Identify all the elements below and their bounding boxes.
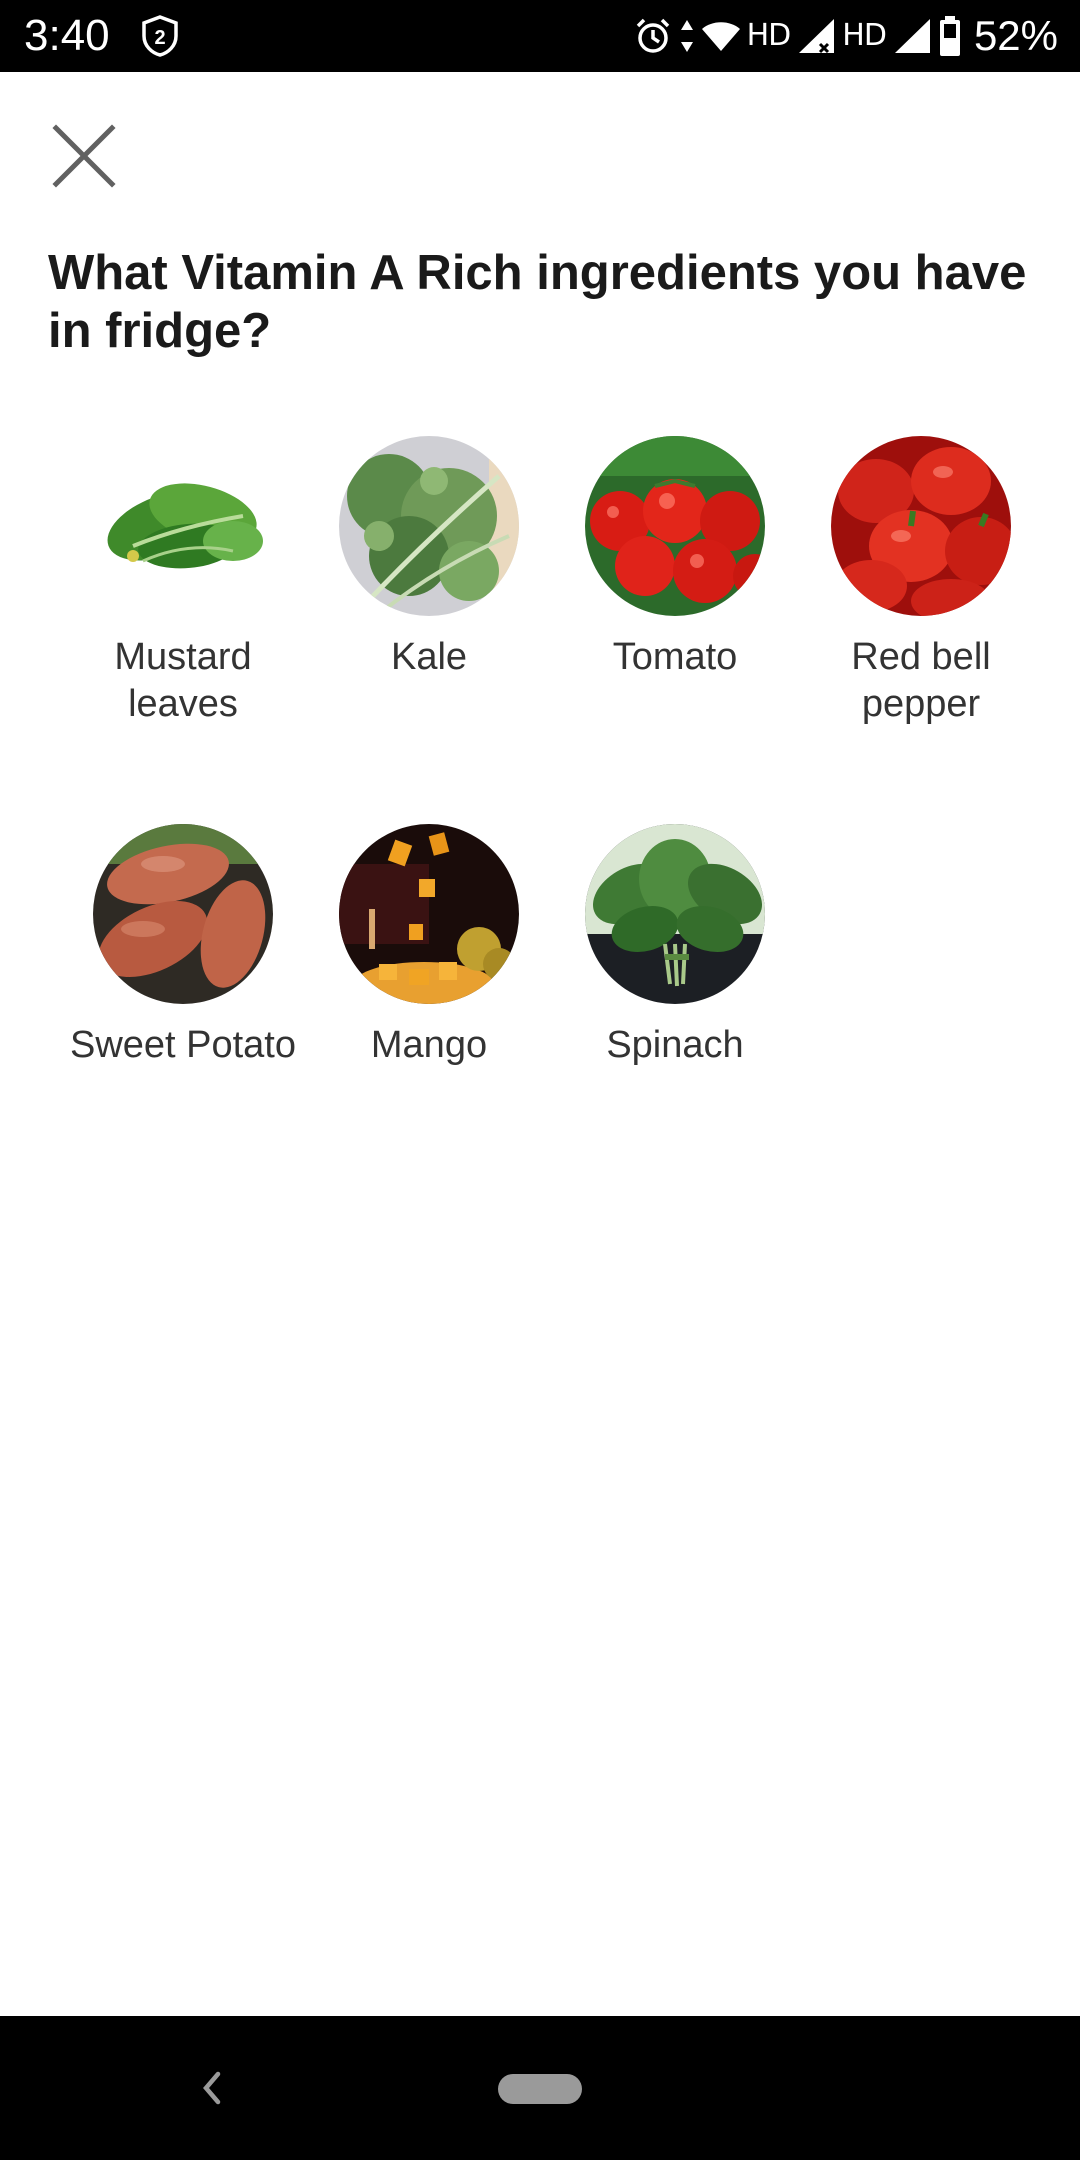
data-arrows-icon (679, 18, 695, 54)
notification-badge-count: 2 (154, 27, 165, 49)
sweet-potato-photo (93, 824, 273, 1004)
tomato-photo (585, 436, 765, 616)
network-right-label: HD (842, 18, 887, 53)
shield-icon: 2 (140, 14, 180, 58)
wifi-icon (701, 19, 741, 53)
ingredient-label: Red bell pepper (851, 636, 991, 725)
ingredient-red-bell-pepper[interactable]: Red bell pepper (798, 436, 1044, 824)
red-bell-pepper-photo (831, 436, 1011, 616)
ingredient-label: Mustard leaves (114, 636, 252, 725)
signal-icon (892, 16, 932, 56)
ingredient-sweet-potato[interactable]: Sweet Potato (60, 824, 306, 1212)
battery-percent: 52% (973, 12, 1058, 59)
page-title: What Vitamin A Rich ingredients you have… (48, 246, 1027, 358)
navigation-bar (0, 2016, 1080, 2160)
spinach-photo (585, 824, 765, 1004)
ingredient-spinach[interactable]: Spinach (552, 824, 798, 1212)
ingredient-tomato[interactable]: Tomato (552, 436, 798, 824)
ingredient-label: Sweet Potato (69, 1024, 297, 1066)
ingredient-grid: Mustard leaves Kale Tomato Red bell pepp… (60, 436, 1044, 1212)
ingredient-kale[interactable]: Kale (306, 436, 552, 824)
close-icon (52, 123, 116, 193)
mustard-leaves-photo (93, 436, 273, 616)
ingredient-label: Mango (370, 1024, 488, 1066)
status-icons: HD HD 52% (633, 12, 1058, 60)
mango-photo (339, 824, 519, 1004)
kale-photo (339, 436, 519, 616)
home-pill-icon[interactable] (498, 2074, 582, 2104)
status-time: 3:40 (24, 11, 110, 60)
signal-icon (796, 16, 836, 56)
ingredient-label: Tomato (612, 636, 738, 678)
back-icon[interactable] (190, 2062, 230, 2114)
ingredient-mango[interactable]: Mango (306, 824, 552, 1212)
ingredient-mustard-leaves[interactable]: Mustard leaves (60, 436, 306, 824)
alarm-icon (633, 16, 673, 56)
network-left-label: HD (746, 18, 792, 53)
battery-icon (938, 15, 962, 57)
close-button[interactable] (44, 118, 124, 198)
ingredient-label: Kale (390, 636, 468, 678)
status-bar: 3:40 2 HD HD 52% (0, 0, 1080, 72)
ingredient-label: Spinach (606, 1024, 744, 1066)
